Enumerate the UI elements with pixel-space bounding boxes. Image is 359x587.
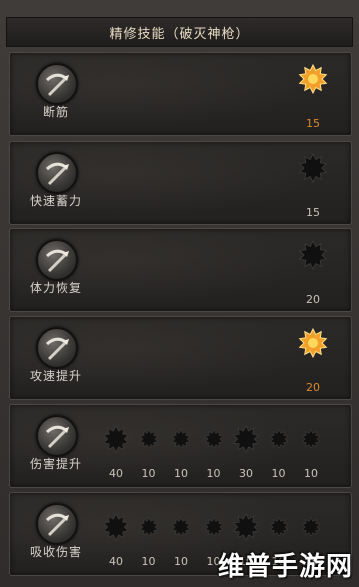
title-bar: 精修技能（破灭神枪） [6,17,353,47]
star-slot[interactable] [171,428,191,450]
spear-skill-icon[interactable] [36,152,78,194]
inactive-star-icon[interactable] [171,516,191,538]
skill-row: 体力恢复 20 [9,228,352,312]
skill-name: 断筋 [42,105,69,119]
spear-skill-icon[interactable] [36,239,78,281]
star-cost-value: 10 [141,467,156,480]
star-slot[interactable] [268,428,289,450]
star-slot[interactable] [298,239,328,271]
star-slot[interactable] [138,428,159,450]
inactive-star-icon[interactable] [301,516,321,538]
star-cost-value: 10 [271,467,286,480]
inactive-star-icon[interactable] [203,516,224,538]
spear-skill-icon[interactable] [36,503,78,545]
star-slot[interactable] [138,516,159,538]
skill-name: 吸收伤害 [29,545,82,559]
star-cost-value: 20 [306,381,320,394]
inactive-star-icon[interactable] [102,424,130,454]
star-slot[interactable] [301,516,321,538]
star-cost-value: 40 [109,467,123,480]
skill-row: 伤害提升 40 10 10 10 30 10 10 [9,404,352,488]
star-slot[interactable] [203,516,224,538]
skill-name: 体力恢复 [29,281,82,295]
inactive-star-icon[interactable] [298,152,328,184]
inactive-star-icon[interactable] [138,428,159,450]
star-slot[interactable] [203,428,224,450]
skill-name: 伤害提升 [29,457,82,471]
inactive-star-icon[interactable] [232,424,260,454]
star-cost-value: 30 [239,467,253,480]
spear-skill-icon[interactable] [36,415,78,457]
active-star-icon[interactable] [298,63,328,95]
spear-skill-icon[interactable] [36,327,78,369]
inactive-star-icon[interactable] [171,428,191,450]
active-star-icon[interactable] [298,327,328,359]
skill-row: 快速蓄力 15 [9,141,352,225]
star-slot[interactable] [232,424,260,454]
inactive-star-icon[interactable] [301,428,321,450]
star-cost-value: 15 [306,206,320,219]
star-cost-value: 10 [304,467,318,480]
skill-name: 快速蓄力 [29,194,82,208]
spear-skill-icon[interactable] [36,63,78,105]
star-slot[interactable] [301,428,321,450]
skill-name: 攻速提升 [29,369,82,383]
star-slot[interactable] [298,327,328,359]
inactive-star-icon[interactable] [268,516,289,538]
inactive-star-icon[interactable] [268,428,289,450]
panel-title: 精修技能（破灭神枪） [109,26,250,42]
inactive-star-icon[interactable] [138,516,159,538]
star-cost-value: 10 [174,555,188,568]
star-cost-value: 40 [109,555,123,568]
star-slot[interactable] [102,512,130,542]
star-cost-value: 20 [306,293,320,306]
star-slot[interactable] [268,516,289,538]
star-cost-value: 10 [174,467,188,480]
inactive-star-icon[interactable] [232,512,260,542]
skill-row: 攻速提升 20 [9,316,352,400]
star-slot[interactable] [298,152,328,184]
inactive-star-icon[interactable] [298,239,328,271]
inactive-star-icon[interactable] [102,512,130,542]
star-cost-value: 10 [206,467,221,480]
inactive-star-icon[interactable] [203,428,224,450]
watermark: 维普手游网 [217,552,353,582]
star-slot[interactable] [232,512,260,542]
skill-row: 断筋 15 [9,52,352,136]
star-cost-value: 10 [141,555,156,568]
star-slot[interactable] [171,516,191,538]
star-slot[interactable] [102,424,130,454]
star-slot[interactable] [298,63,328,95]
star-cost-value: 15 [306,117,320,130]
